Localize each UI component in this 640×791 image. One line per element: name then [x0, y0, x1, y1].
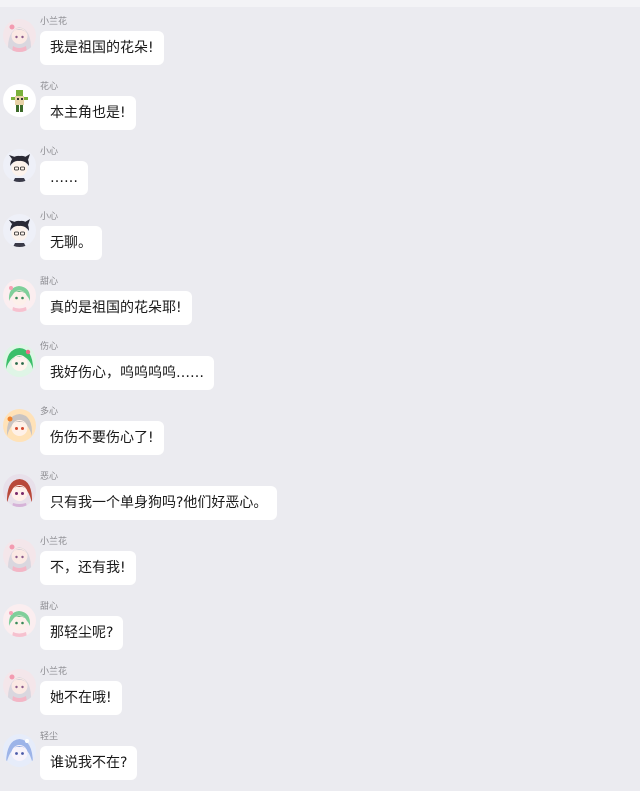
shangxin-avatar[interactable] — [3, 344, 36, 377]
lanhua-avatar[interactable] — [3, 539, 36, 572]
sender-name: 轻尘 — [40, 732, 59, 742]
tianxin-avatar[interactable] — [3, 604, 36, 637]
message-row: 小心 …… — [0, 146, 640, 206]
sender-name: 恶心 — [40, 472, 59, 482]
message-row: 甜心 真的是祖国的花朵耶! — [0, 276, 640, 336]
sender-name: 小心 — [40, 147, 59, 157]
message-row: 甜心 那轻尘呢? — [0, 601, 640, 661]
message-row: 花心 本主角也是! — [0, 81, 640, 141]
sender-name: 小兰花 — [40, 537, 68, 547]
lanhua-avatar[interactable] — [3, 669, 36, 702]
message-bubble[interactable]: 本主角也是! — [40, 96, 136, 130]
message-bubble[interactable]: 真的是祖国的花朵耶! — [40, 291, 192, 325]
message-row: 小心 无聊。 — [0, 211, 640, 271]
chat-area[interactable]: 小兰花 我是祖国的花朵! 花心 本主角也是! 小心 …… 小心 无聊。 甜心 真… — [0, 0, 640, 788]
sender-name: 多心 — [40, 407, 59, 417]
message-row: 恶心 只有我一个单身狗吗?他们好恶心。 — [0, 471, 640, 531]
xiaoxin-avatar[interactable] — [3, 149, 36, 182]
message-bubble[interactable]: 无聊。 — [40, 226, 102, 260]
message-bubble[interactable]: 她不在哦! — [40, 681, 122, 715]
sender-name: 伤心 — [40, 342, 59, 352]
xiaoxin-avatar[interactable] — [3, 214, 36, 247]
message-bubble[interactable]: 谁说我不在? — [40, 746, 138, 780]
huaxin-avatar[interactable] — [3, 84, 36, 117]
message-row: 小兰花 我是祖国的花朵! — [0, 16, 640, 76]
message-bubble[interactable]: 不，还有我! — [40, 551, 136, 585]
message-bubble[interactable]: 我好伤心，呜呜呜呜…… — [40, 356, 214, 390]
duoxin-avatar[interactable] — [3, 409, 36, 442]
message-row: 小兰花 她不在哦! — [0, 666, 640, 726]
sender-name: 小心 — [40, 212, 59, 222]
message-row: 轻尘 谁说我不在? — [0, 731, 640, 791]
message-bubble[interactable]: 我是祖国的花朵! — [40, 31, 164, 65]
sender-name: 小兰花 — [40, 17, 68, 27]
message-bubble[interactable]: 只有我一个单身狗吗?他们好恶心。 — [40, 486, 278, 520]
message-bubble[interactable]: …… — [40, 161, 88, 195]
tianxin-avatar[interactable] — [3, 279, 36, 312]
sender-name: 甜心 — [40, 602, 59, 612]
message-row: 伤心 我好伤心，呜呜呜呜…… — [0, 341, 640, 401]
sender-name: 花心 — [40, 82, 59, 92]
message-row: 多心 伤伤不要伤心了! — [0, 406, 640, 466]
sender-name: 甜心 — [40, 277, 59, 287]
qingchen-avatar[interactable] — [3, 734, 36, 767]
message-bubble[interactable]: 那轻尘呢? — [40, 616, 124, 650]
sender-name: 小兰花 — [40, 667, 68, 677]
message-row: 小兰花 不，还有我! — [0, 536, 640, 596]
message-bubble[interactable]: 伤伤不要伤心了! — [40, 421, 164, 455]
lanhua-avatar[interactable] — [3, 19, 36, 52]
exin-avatar[interactable] — [3, 474, 36, 507]
